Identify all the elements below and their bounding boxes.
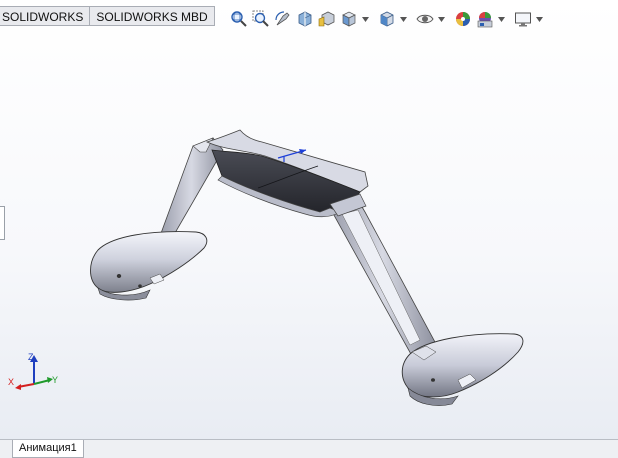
command-manager-tabs: SOLIDWORKS SOLIDWORKS MBD: [0, 6, 215, 26]
triad-y-label: Y: [52, 375, 58, 385]
apply-scene-icon[interactable]: [475, 9, 495, 29]
chevron-down-icon[interactable]: [361, 9, 369, 29]
view-orientation-icon[interactable]: [339, 9, 359, 29]
section-view-icon[interactable]: [295, 9, 315, 29]
view-settings-icon[interactable]: [513, 9, 533, 29]
edit-appearance-icon[interactable]: [453, 9, 473, 29]
heads-up-view-toolbar: [229, 7, 543, 31]
tab-solidworks-mbd[interactable]: SOLIDWORKS MBD: [90, 6, 215, 26]
top-deck[interactable]: [205, 129, 369, 218]
chevron-down-icon[interactable]: [437, 9, 445, 29]
hide-show-items-icon[interactable]: [415, 9, 435, 29]
tab-solidworks[interactable]: SOLIDWORKS: [0, 6, 91, 26]
right-strut[interactable]: [329, 199, 436, 357]
graphics-area[interactable]: [0, 0, 618, 458]
dynamic-annotation-icon[interactable]: [317, 9, 337, 29]
display-style-icon[interactable]: [377, 9, 397, 29]
zoom-to-fit-icon[interactable]: [229, 9, 249, 29]
zoom-to-area-icon[interactable]: [251, 9, 271, 29]
previous-view-icon[interactable]: [273, 9, 293, 29]
tab-animation1[interactable]: Анимация1: [12, 440, 84, 458]
chevron-down-icon[interactable]: [535, 9, 543, 29]
left-pod[interactable]: [90, 231, 208, 301]
bottom-tab-bar: Анимация1: [0, 439, 618, 458]
solidworks-window: SOLIDWORKS SOLIDWORKS MBD Z X Y Анимация…: [0, 0, 618, 458]
triad-z-label: Z: [28, 352, 34, 362]
chevron-down-icon[interactable]: [497, 9, 505, 29]
chevron-down-icon[interactable]: [399, 9, 407, 29]
triad-x-label: X: [8, 377, 14, 387]
panel-collapse-handle[interactable]: [0, 206, 5, 240]
reference-triad: Z X Y: [8, 352, 58, 390]
